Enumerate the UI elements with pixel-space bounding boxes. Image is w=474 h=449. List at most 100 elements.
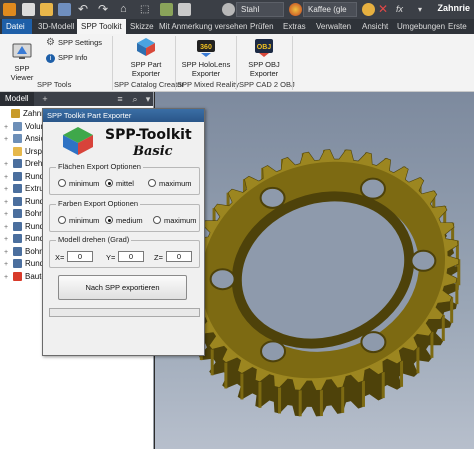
x-rotation-input[interactable]: 0 [67, 251, 93, 262]
info-icon: i [46, 53, 55, 63]
expand-icon[interactable]: + [4, 234, 13, 246]
measure-icon[interactable] [178, 3, 191, 16]
faces-radio-label: maximum [159, 179, 192, 188]
export-to-spp-button[interactable]: Nach SPP exportieren [58, 275, 187, 300]
tab-tools[interactable]: Extras [279, 19, 310, 34]
y-rotation-input[interactable]: 0 [118, 251, 144, 262]
quick-access-toolbar: ↶ ↷ ⌂ ⬚ Stahl Kaffee (gle ✕ fx ▾ Zahnrie [0, 0, 474, 19]
expand-icon[interactable]: + [4, 197, 13, 209]
spp-info-button[interactable]: i SPP Info [46, 53, 87, 63]
dropdown-icon[interactable]: ▾ [418, 3, 431, 16]
svg-text:OBJ: OBJ [257, 44, 272, 51]
material-select[interactable]: Stahl [236, 2, 284, 17]
add-tab-icon[interactable]: + [40, 94, 50, 104]
save-icon[interactable] [58, 3, 71, 16]
spp-viewer-button[interactable]: SPP Viewer [4, 40, 40, 82]
spp-obj-label-1: SPP OBJ [248, 60, 280, 69]
search-icon[interactable]: ⌕ [130, 94, 140, 104]
tree-item[interactable]: + Rund [4, 171, 44, 183]
browser-tab-model[interactable]: Modell [0, 92, 34, 106]
rotate-model-label: Modell drehen (Grad) [56, 235, 132, 244]
z-rotation-input[interactable]: 0 [166, 251, 192, 262]
spp-obj-label-2: Exporter [249, 69, 279, 78]
colors-radio-medium[interactable]: medium [105, 216, 143, 225]
update-icon[interactable] [160, 3, 173, 16]
dialog-title[interactable]: SPP Toolkit Part Exporter [43, 109, 204, 122]
tree-item[interactable]: + Baute [4, 271, 46, 283]
faces-radio-mittel[interactable]: mittel [105, 179, 134, 188]
tab-spp-toolkit[interactable]: SPP Toolkit [77, 19, 126, 34]
tab-inspect[interactable]: Prüfen [246, 19, 278, 34]
undo-icon[interactable]: ↶ [78, 3, 91, 16]
expand-icon[interactable]: + [4, 122, 13, 134]
tab-manage[interactable]: Verwalten [312, 19, 355, 34]
tree-item[interactable]: + Drehu [4, 158, 47, 170]
faces-radio-maximum[interactable]: maximum [148, 179, 192, 188]
spp-obj-exporter-button[interactable]: OBJ SPP OBJ Exporter [240, 36, 288, 78]
tab-view[interactable]: Ansicht [358, 19, 392, 34]
material-icon [222, 3, 235, 16]
tree-item[interactable]: + Extru [4, 183, 44, 195]
spp-settings-button[interactable]: ⚙ SPP Settings [46, 38, 102, 48]
menu-icon[interactable]: ≡ [115, 94, 125, 104]
expand-icon[interactable]: + [4, 159, 13, 171]
dialog-brand-title: SPP-Toolkit [105, 127, 192, 143]
expand-icon[interactable]: + [4, 259, 13, 271]
appearance-select[interactable]: Kaffee (gle [303, 2, 357, 17]
expand-icon[interactable]: + [4, 247, 13, 259]
expand-icon[interactable]: + [4, 184, 13, 196]
group-separator [112, 36, 113, 90]
gear-bolt-hole [359, 177, 386, 200]
tab-3d-model[interactable]: 3D-Modell [34, 19, 78, 34]
spp-hololens-exporter-button[interactable]: 360 SPP HoloLens Exporter [178, 36, 234, 78]
faces-export-group: Flächen Export Optionen minimum mittel m… [49, 162, 200, 195]
select-icon[interactable]: ⬚ [140, 3, 153, 16]
radio-dot [105, 216, 113, 224]
feature-icon [13, 171, 22, 181]
tree-item[interactable]: + Rund [4, 196, 44, 208]
part-exporter-icon [137, 38, 155, 56]
expand-icon[interactable]: + [4, 172, 13, 184]
hololens-icon: 360 [197, 40, 215, 57]
expand-icon[interactable]: + [4, 272, 13, 284]
spp-viewer-label: SPP Viewer [10, 64, 34, 82]
spp-info-label: SPP Info [58, 53, 88, 62]
group-label-cad-2-obj: SPP CAD 2 OBJ [239, 80, 295, 89]
export-progress-bar [49, 308, 200, 317]
tree-item[interactable]: + Rund [4, 221, 44, 233]
expand-icon[interactable]: + [4, 209, 13, 221]
tab-environments[interactable]: Umgebungen [393, 19, 449, 34]
faces-radio-minimum[interactable]: minimum [58, 179, 99, 188]
tree-item[interactable]: + Rund [4, 233, 44, 245]
group-separator [236, 36, 237, 90]
tab-annotate[interactable]: Mit Anmerkung versehen [155, 19, 252, 34]
tab-sketch[interactable]: Skizze [126, 19, 158, 34]
fx-icon[interactable]: fx [396, 3, 409, 16]
home-icon[interactable]: ⌂ [120, 3, 133, 16]
colors-radio-minimum[interactable]: minimum [58, 216, 99, 225]
adjust-icon[interactable] [362, 3, 375, 16]
tree-item[interactable]: + Rund [4, 258, 44, 270]
collapse-icon[interactable]: ▾ [143, 94, 153, 104]
tree-item[interactable]: + Bohru [4, 246, 46, 258]
feature-icon [13, 184, 22, 194]
radio-dot [148, 179, 156, 187]
feature-icon [11, 109, 20, 119]
new-file-icon[interactable] [22, 3, 35, 16]
y-label: Y= [106, 253, 116, 262]
clear-icon[interactable]: ✕ [378, 3, 391, 16]
colors-radio-maximum[interactable]: maximum [153, 216, 197, 225]
tab-get-started[interactable]: Erste Sch [444, 19, 474, 46]
tree-item[interactable]: + Volun [4, 121, 45, 133]
redo-icon[interactable]: ↷ [98, 3, 111, 16]
tab-file[interactable]: Datei [2, 19, 32, 34]
expand-icon[interactable]: + [4, 222, 13, 234]
expand-icon[interactable]: + [4, 134, 13, 146]
tree-item[interactable]: Urspr [4, 146, 45, 158]
open-folder-icon[interactable] [40, 3, 53, 16]
gear-icon: ⚙ [46, 37, 55, 49]
spp-part-exporter-button[interactable]: SPP Part Exporter [116, 36, 176, 78]
ribbon-panel: SPP Viewer ⚙ SPP Settings i SPP Info SPP T… [0, 34, 474, 92]
tree-item[interactable]: + Bohru [4, 208, 46, 220]
browser-header: Modell + ≡ ⌕ ▾ [0, 92, 153, 106]
